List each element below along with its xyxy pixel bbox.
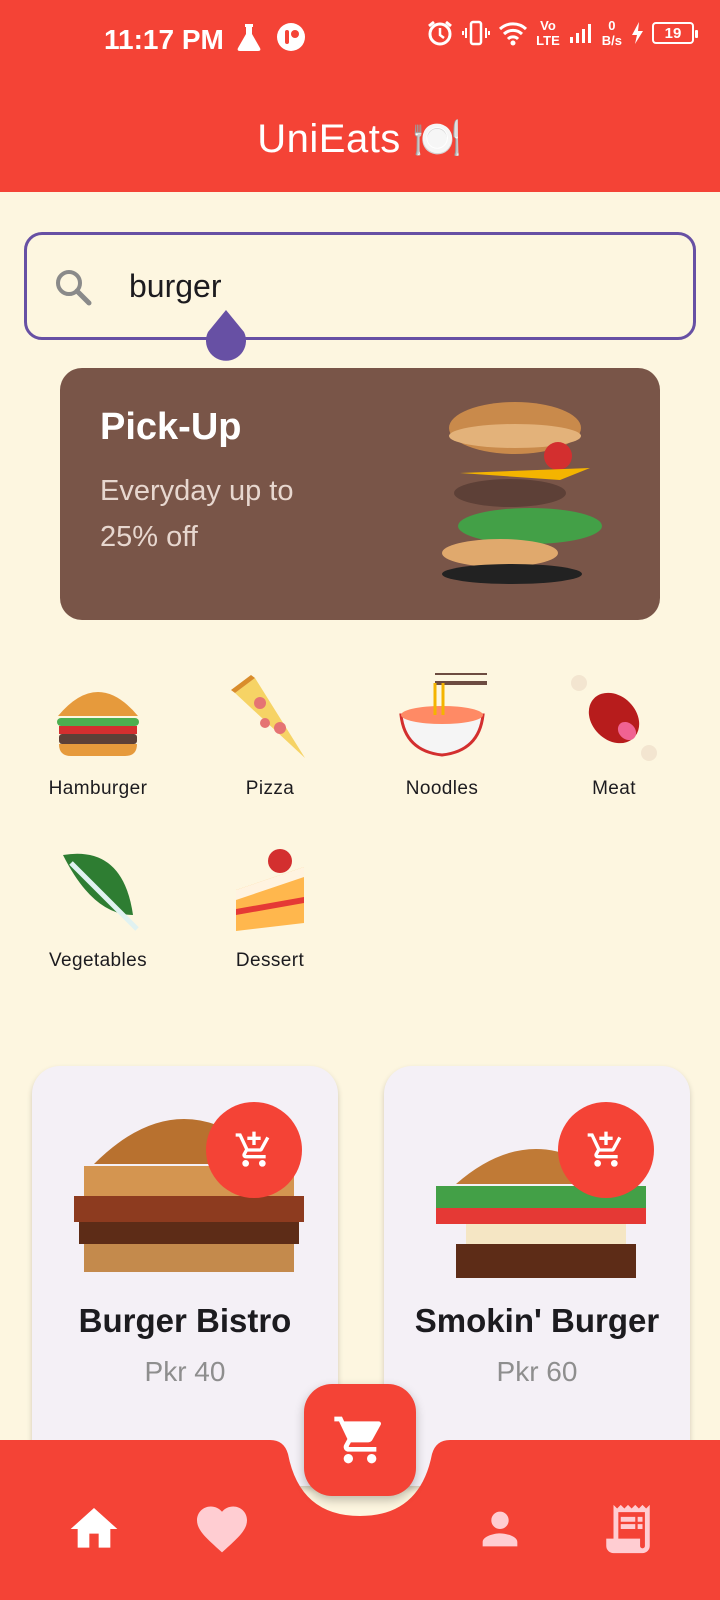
- promo-banner[interactable]: Pick-Up Everyday up to 25% off: [60, 368, 660, 620]
- nav-favorites[interactable]: [182, 1494, 262, 1564]
- charging-icon: [632, 22, 643, 44]
- search-field[interactable]: [24, 232, 696, 340]
- search-icon: [56, 270, 92, 306]
- status-bar: 11:17 PM Vo LTE 0 B/s 19: [0, 0, 720, 84]
- profile-icon: [482, 1511, 518, 1547]
- product-name: Burger Bistro: [78, 1302, 292, 1339]
- nav-home[interactable]: [54, 1494, 134, 1564]
- category-meat[interactable]: Meat: [526, 670, 702, 800]
- cart-button[interactable]: [304, 1384, 416, 1496]
- pizza-icon: [182, 670, 358, 766]
- product-name: Smokin' Burger: [414, 1302, 660, 1339]
- alarm-icon: [428, 20, 453, 46]
- hamburger-icon: [10, 670, 186, 766]
- battery-icon: 19: [652, 22, 698, 44]
- product-price: Pkr 40: [144, 1356, 226, 1387]
- category-hamburger[interactable]: Hamburger: [10, 670, 186, 800]
- vegetables-icon: [10, 842, 186, 938]
- category-dessert[interactable]: Dessert: [182, 842, 358, 972]
- dessert-icon: [182, 842, 358, 938]
- signal-icon: [569, 24, 591, 43]
- net-speed: 0 B/s: [601, 18, 622, 48]
- nav-profile[interactable]: [460, 1494, 540, 1564]
- app-badge-icon: [277, 23, 305, 51]
- product-card[interactable]: Smokin' Burger Pkr 60: [384, 1066, 690, 1486]
- promo-subtitle: Everyday up to 25% off: [100, 475, 294, 553]
- nav-orders[interactable]: [588, 1494, 668, 1564]
- product-price: Pkr 60: [496, 1356, 578, 1387]
- text-cursor-handle[interactable]: [204, 310, 248, 362]
- cart-icon: [334, 1416, 382, 1464]
- noodles-icon: [354, 670, 530, 766]
- category-vegetables[interactable]: Vegetables: [10, 842, 186, 972]
- orders-icon: [606, 1504, 650, 1554]
- network-type: Vo LTE: [536, 18, 560, 48]
- status-time: 11:17 PM: [104, 24, 224, 55]
- search-input[interactable]: [129, 261, 649, 311]
- burger-image: [442, 402, 602, 584]
- category-noodles[interactable]: Noodles: [354, 670, 530, 800]
- add-to-cart-button[interactable]: [206, 1102, 302, 1198]
- promo-title: Pick-Up: [100, 406, 242, 448]
- wifi-icon: [499, 22, 528, 46]
- add-cart-icon: [587, 1131, 622, 1167]
- category-pizza[interactable]: Pizza: [182, 670, 358, 800]
- flask-icon: [237, 24, 261, 51]
- favorite-icon: [197, 1506, 247, 1553]
- add-cart-icon: [235, 1131, 270, 1167]
- vibrate-icon: [462, 20, 491, 46]
- add-to-cart-button[interactable]: [558, 1102, 654, 1198]
- app-title: UniEats 🍽️: [257, 116, 463, 161]
- meat-icon: [526, 670, 702, 766]
- product-card[interactable]: Burger Bistro Pkr 40: [32, 1066, 338, 1486]
- home-icon: [70, 1508, 118, 1548]
- app-bar: UniEats 🍽️: [0, 84, 720, 192]
